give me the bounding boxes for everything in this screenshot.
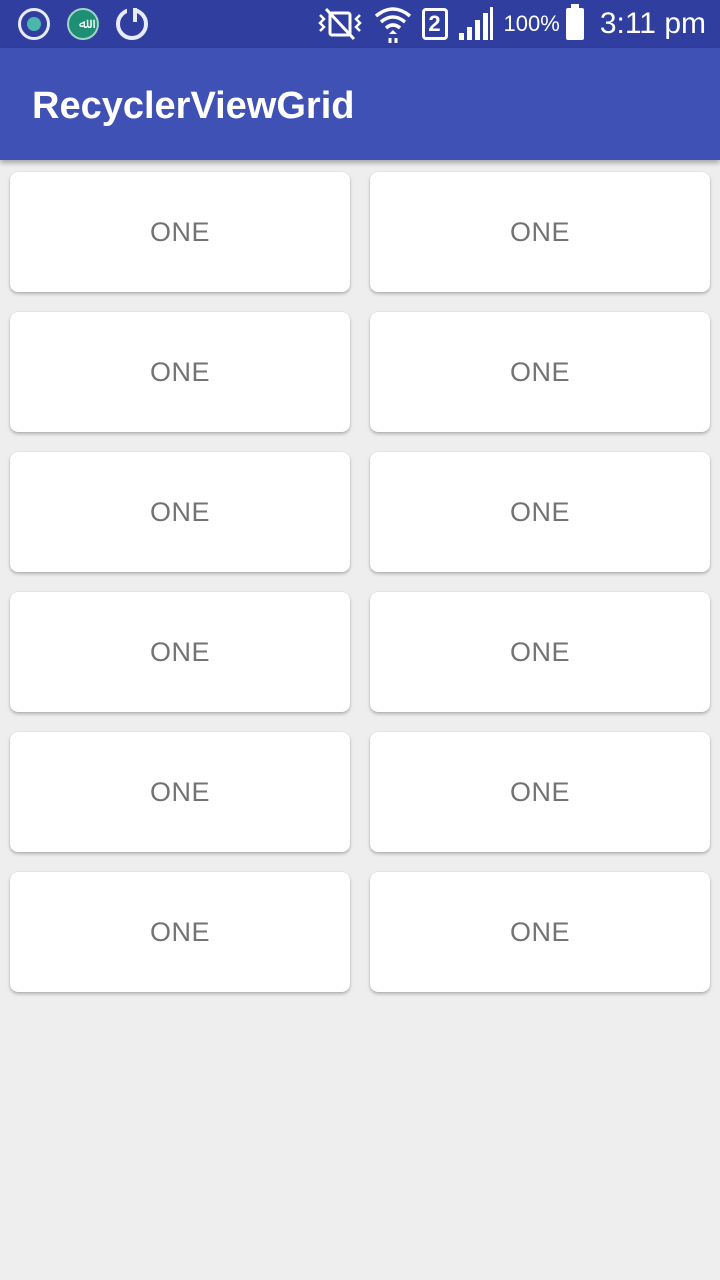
system-icons: 2 100% 3:11 pm xyxy=(306,0,706,48)
grid-item-card[interactable]: ONE xyxy=(10,312,350,432)
grid-item-label: ONE xyxy=(149,356,210,387)
app-notification-icon: ﷲ xyxy=(67,8,99,40)
grid-item-card[interactable]: ONE xyxy=(10,172,350,292)
grid-item-card[interactable]: ONE xyxy=(10,872,350,992)
recycler-grid[interactable]: ONE ONE ONE ONE ONE ONE ONE ONE ONE ONE … xyxy=(10,172,710,992)
battery-percent: 100% xyxy=(503,11,560,36)
sync-icon xyxy=(116,8,148,40)
chat-notification-icon xyxy=(18,8,50,40)
grid-item-label: ONE xyxy=(509,496,570,527)
status-bar: ﷲ 2 100% 3:11 pm xyxy=(0,0,720,48)
signal-icon xyxy=(458,7,493,40)
grid-item-label: ONE xyxy=(509,356,570,387)
grid-item-card[interactable]: ONE xyxy=(370,592,710,712)
grid-item-card[interactable]: ONE xyxy=(370,172,710,292)
grid-item-card[interactable]: ONE xyxy=(370,312,710,432)
grid-item-card[interactable]: ONE xyxy=(370,872,710,992)
grid-item-label: ONE xyxy=(509,776,570,807)
grid-item-card[interactable]: ONE xyxy=(10,732,350,852)
app-title: RecyclerViewGrid xyxy=(32,85,355,127)
battery-icon xyxy=(565,4,584,40)
grid-item-label: ONE xyxy=(509,636,570,667)
grid-item-label: ONE xyxy=(149,636,210,667)
notification-icons: ﷲ xyxy=(18,6,165,42)
grid-item-label: ONE xyxy=(509,916,570,947)
grid-item-card[interactable]: ONE xyxy=(10,452,350,572)
grid-item-label: ONE xyxy=(149,916,210,947)
grid-item-label: ONE xyxy=(149,496,210,527)
grid-item-card[interactable]: ONE xyxy=(370,452,710,572)
grid-item-label: ONE xyxy=(149,216,210,247)
grid-item-card[interactable]: ONE xyxy=(10,592,350,712)
sim-slot-badge: 2 xyxy=(421,8,448,40)
grid-item-label: ONE xyxy=(509,216,570,247)
grid-item-label: ONE xyxy=(149,776,210,807)
vibrate-icon xyxy=(317,7,362,41)
grid-item-card[interactable]: ONE xyxy=(370,732,710,852)
wifi-icon xyxy=(374,7,411,43)
clock: 3:11 pm xyxy=(599,7,706,40)
app-bar: RecyclerViewGrid xyxy=(0,48,720,160)
